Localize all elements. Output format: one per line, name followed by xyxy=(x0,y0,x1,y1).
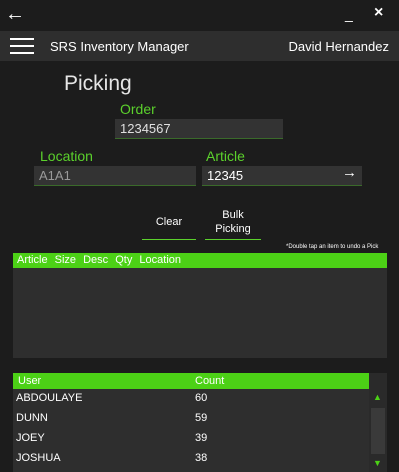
table-row[interactable]: DUNN 59 xyxy=(13,409,369,428)
col-user[interactable]: User xyxy=(18,373,41,389)
scrollbar-thumb[interactable] xyxy=(371,408,385,454)
location-field[interactable]: A1A1 xyxy=(34,166,196,186)
order-label: Order xyxy=(120,101,156,117)
bulk-picking-button[interactable]: Bulk Picking xyxy=(205,206,261,240)
count-cell: 39 xyxy=(195,432,208,444)
count-cell: 60 xyxy=(195,392,208,404)
page-title: Picking xyxy=(64,72,132,95)
user-cell: JOSHUA xyxy=(16,452,61,464)
col-location[interactable]: Location xyxy=(139,254,181,266)
minimize-button[interactable]: _ xyxy=(345,6,353,22)
col-desc[interactable]: Desc xyxy=(83,254,108,266)
col-count[interactable]: Count xyxy=(195,373,224,389)
article-field[interactable]: 12345 xyxy=(202,166,362,186)
table-row[interactable]: JOEY 39 xyxy=(13,429,369,448)
clear-button[interactable]: Clear xyxy=(142,212,196,240)
pick-table-body[interactable] xyxy=(13,268,387,358)
count-cell: 59 xyxy=(195,412,208,424)
back-arrow-icon[interactable]: ← xyxy=(5,2,25,26)
bulk-label-line2: Picking xyxy=(215,223,251,235)
col-qty[interactable]: Qty xyxy=(115,254,132,266)
article-label: Article xyxy=(206,148,245,164)
scroll-down-icon[interactable]: ▼ xyxy=(373,458,382,468)
table-row[interactable]: ABDOULAYE 60 xyxy=(13,389,369,408)
col-article[interactable]: Article xyxy=(17,254,48,266)
app-title: SRS Inventory Manager xyxy=(50,39,189,54)
title-bar: ← _ × xyxy=(0,0,399,30)
order-field[interactable]: 1234567 xyxy=(115,119,283,139)
undo-hint: *Double tap an item to undo a Pick xyxy=(286,244,379,250)
user-cell: ABDOULAYE xyxy=(16,392,83,404)
user-table-body: ABDOULAYE 60 DUNN 59 JOEY 39 JOSHUA 38 xyxy=(13,389,369,472)
user-name: David Hernandez xyxy=(288,39,389,54)
count-cell: 38 xyxy=(195,452,208,464)
col-size[interactable]: Size xyxy=(55,254,76,266)
bulk-label-line1: Bulk xyxy=(222,209,244,221)
user-table-header: User Count xyxy=(13,373,369,389)
clear-button-label: Clear xyxy=(155,216,183,228)
pick-table-header: Article Size Desc Qty Location xyxy=(13,253,387,268)
table-row[interactable]: JOSHUA 38 xyxy=(13,449,369,468)
close-button[interactable]: × xyxy=(374,4,383,22)
location-label: Location xyxy=(40,148,93,164)
app-header: SRS Inventory Manager David Hernandez xyxy=(0,31,399,61)
user-cell: JOEY xyxy=(16,432,45,444)
arrow-right-icon[interactable]: → xyxy=(342,164,357,181)
hamburger-menu-icon[interactable] xyxy=(10,38,34,59)
scroll-up-icon[interactable]: ▲ xyxy=(373,392,382,402)
user-cell: DUNN xyxy=(16,412,48,424)
